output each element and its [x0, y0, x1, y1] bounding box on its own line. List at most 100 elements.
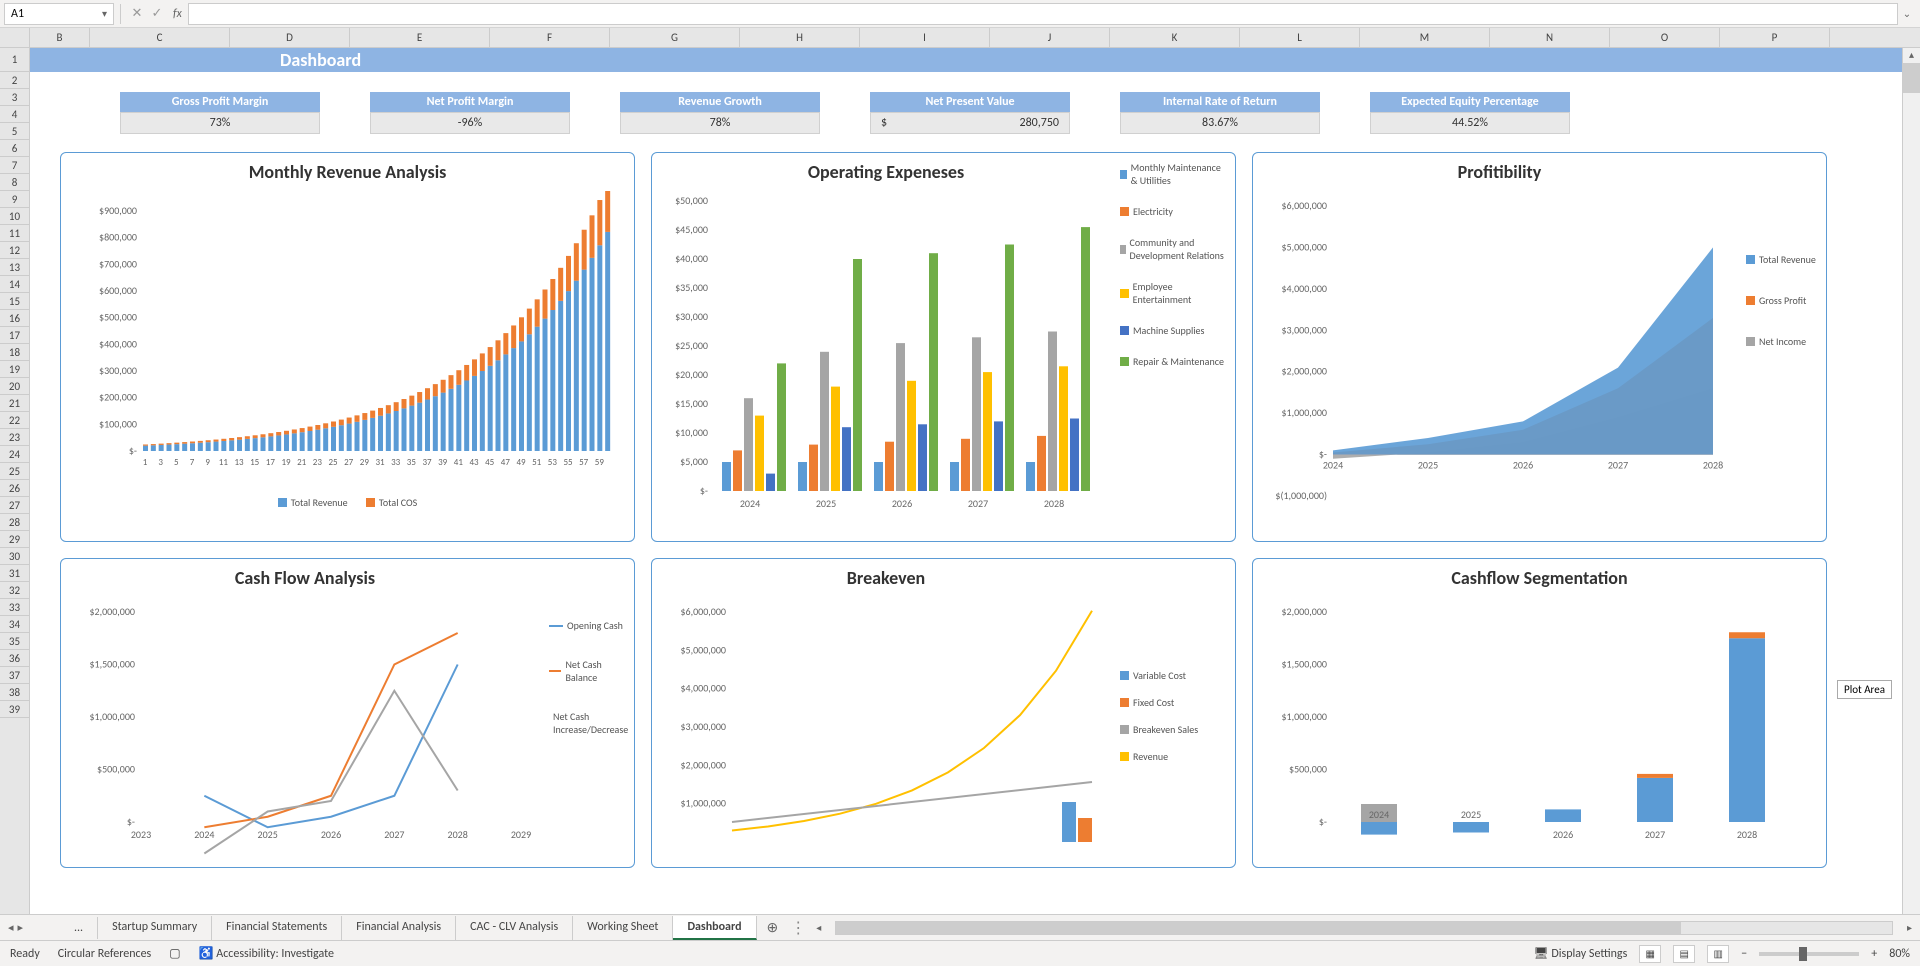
row-header-36[interactable]: 36 — [0, 650, 29, 667]
svg-text:2025: 2025 — [1418, 459, 1438, 472]
zoom-slider[interactable] — [1759, 952, 1859, 956]
row-header-33[interactable]: 33 — [0, 599, 29, 616]
row-header-1[interactable]: 1 — [0, 48, 29, 72]
row-header-35[interactable]: 35 — [0, 633, 29, 650]
row-header-11[interactable]: 11 — [0, 225, 29, 242]
row-header-13[interactable]: 13 — [0, 259, 29, 276]
vertical-scrollbar[interactable]: ▴ — [1902, 48, 1920, 928]
row-header-21[interactable]: 21 — [0, 395, 29, 412]
row-header-28[interactable]: 28 — [0, 514, 29, 531]
row-header-14[interactable]: 14 — [0, 276, 29, 293]
name-box-dropdown-icon[interactable]: ▾ — [102, 7, 107, 20]
scroll-track[interactable] — [835, 921, 1893, 935]
row-header-18[interactable]: 18 — [0, 344, 29, 361]
col-header-C[interactable]: C — [90, 28, 230, 47]
col-header-P[interactable]: P — [1720, 28, 1830, 47]
row-header-31[interactable]: 31 — [0, 565, 29, 582]
row-header-30[interactable]: 30 — [0, 548, 29, 565]
chart-breakeven[interactable]: Breakeven $1,000,000$2,000,000$3,000,000… — [651, 558, 1236, 868]
row-header-34[interactable]: 34 — [0, 616, 29, 633]
chart-profitability[interactable]: Profitibility $(1,000,000)$-$1,000,000$2… — [1252, 152, 1827, 542]
formula-expand-icon[interactable]: ⌄ — [1898, 7, 1916, 20]
row-header-4[interactable]: 4 — [0, 106, 29, 123]
scroll-left-icon[interactable]: ◂ — [816, 921, 821, 934]
tabs-overflow[interactable]: ... — [60, 917, 98, 939]
row-header-25[interactable]: 25 — [0, 463, 29, 480]
chart-cashflow-segmentation[interactable]: Cashflow Segmentation $-$500,000$1,000,0… — [1252, 558, 1827, 868]
row-header-39[interactable]: 39 — [0, 701, 29, 718]
scroll-right-icon[interactable]: ▸ — [1907, 921, 1912, 934]
col-header-I[interactable]: I — [860, 28, 990, 47]
tab-prev-icon[interactable]: ◂ — [8, 921, 14, 934]
macro-record-icon[interactable]: ▢ — [169, 946, 180, 961]
chart-cashflow-analysis[interactable]: Cash Flow Analysis $-$500,000$1,000,000$… — [60, 558, 635, 868]
tab-cac---clv-analysis[interactable]: CAC - CLV Analysis — [456, 916, 573, 940]
row-header-19[interactable]: 19 — [0, 361, 29, 378]
tab-financial-analysis[interactable]: Financial Analysis — [342, 916, 456, 940]
tab-financial-statements[interactable]: Financial Statements — [212, 916, 342, 940]
row-header-20[interactable]: 20 — [0, 378, 29, 395]
row-header-2[interactable]: 2 — [0, 72, 29, 89]
tab-next-icon[interactable]: ▸ — [18, 921, 24, 934]
zoom-level[interactable]: 80% — [1889, 947, 1910, 961]
tab-dashboard[interactable]: Dashboard — [673, 916, 756, 940]
add-sheet-button[interactable]: ⊕ — [757, 919, 789, 936]
row-header-7[interactable]: 7 — [0, 157, 29, 174]
view-normal-button[interactable]: ▦ — [1639, 945, 1661, 963]
row-header-9[interactable]: 9 — [0, 191, 29, 208]
row-header-3[interactable]: 3 — [0, 89, 29, 106]
select-all-cell[interactable] — [0, 28, 30, 47]
col-header-M[interactable]: M — [1360, 28, 1490, 47]
row-header-15[interactable]: 15 — [0, 293, 29, 310]
row-header-38[interactable]: 38 — [0, 684, 29, 701]
tabs-more-icon[interactable]: ⋮ — [788, 918, 808, 938]
horizontal-scrollbar[interactable]: ◂ ▸ — [808, 921, 1920, 935]
scroll-thumb[interactable] — [836, 922, 1681, 934]
col-header-F[interactable]: F — [490, 28, 610, 47]
col-header-L[interactable]: L — [1240, 28, 1360, 47]
cancel-icon[interactable]: ✕ — [127, 4, 147, 24]
row-header-22[interactable]: 22 — [0, 412, 29, 429]
tab-nav[interactable]: ◂ ▸ — [0, 921, 60, 934]
zoom-out-button[interactable]: − — [1741, 947, 1747, 961]
zoom-in-button[interactable]: + — [1871, 947, 1877, 961]
row-header-26[interactable]: 26 — [0, 480, 29, 497]
scroll-thumb[interactable] — [1903, 63, 1920, 93]
formula-input[interactable] — [188, 3, 1898, 25]
row-header-32[interactable]: 32 — [0, 582, 29, 599]
col-header-B[interactable]: B — [30, 28, 90, 47]
name-box[interactable]: A1 ▾ — [4, 3, 114, 25]
col-header-D[interactable]: D — [230, 28, 350, 47]
view-page-layout-button[interactable]: ▤ — [1673, 945, 1695, 963]
tab-working-sheet[interactable]: Working Sheet — [573, 916, 673, 940]
row-header-16[interactable]: 16 — [0, 310, 29, 327]
row-header-27[interactable]: 27 — [0, 497, 29, 514]
row-header-12[interactable]: 12 — [0, 242, 29, 259]
col-header-O[interactable]: O — [1610, 28, 1720, 47]
row-header-24[interactable]: 24 — [0, 446, 29, 463]
col-header-H[interactable]: H — [740, 28, 860, 47]
col-header-J[interactable]: J — [990, 28, 1110, 47]
row-header-8[interactable]: 8 — [0, 174, 29, 191]
row-header-37[interactable]: 37 — [0, 667, 29, 684]
confirm-icon[interactable]: ✓ — [147, 4, 167, 24]
fx-icon[interactable]: fx — [173, 7, 182, 21]
accessibility-status[interactable]: ♿ Accessibility: Investigate — [199, 946, 334, 961]
row-header-23[interactable]: 23 — [0, 429, 29, 446]
chart-monthly-revenue[interactable]: Monthly Revenue Analysis $-$100,000$200,… — [60, 152, 635, 542]
row-header-10[interactable]: 10 — [0, 208, 29, 225]
col-header-N[interactable]: N — [1490, 28, 1610, 47]
row-header-5[interactable]: 5 — [0, 123, 29, 140]
col-header-E[interactable]: E — [350, 28, 490, 47]
col-header-K[interactable]: K — [1110, 28, 1240, 47]
row-header-29[interactable]: 29 — [0, 531, 29, 548]
zoom-handle[interactable] — [1799, 947, 1807, 961]
display-settings-button[interactable]: 🖥 Display Settings — [1533, 946, 1627, 961]
row-header-6[interactable]: 6 — [0, 140, 29, 157]
row-header-17[interactable]: 17 — [0, 327, 29, 344]
chart-operating-expenses[interactable]: Operating Expeneses $-$5,000$10,000$15,0… — [651, 152, 1236, 542]
col-header-G[interactable]: G — [610, 28, 740, 47]
tab-startup-summary[interactable]: Startup Summary — [98, 916, 212, 940]
view-page-break-button[interactable]: ▥ — [1707, 945, 1729, 963]
cells-grid[interactable]: Dashboard Gross Profit Margin73%Net Prof… — [30, 48, 1920, 928]
